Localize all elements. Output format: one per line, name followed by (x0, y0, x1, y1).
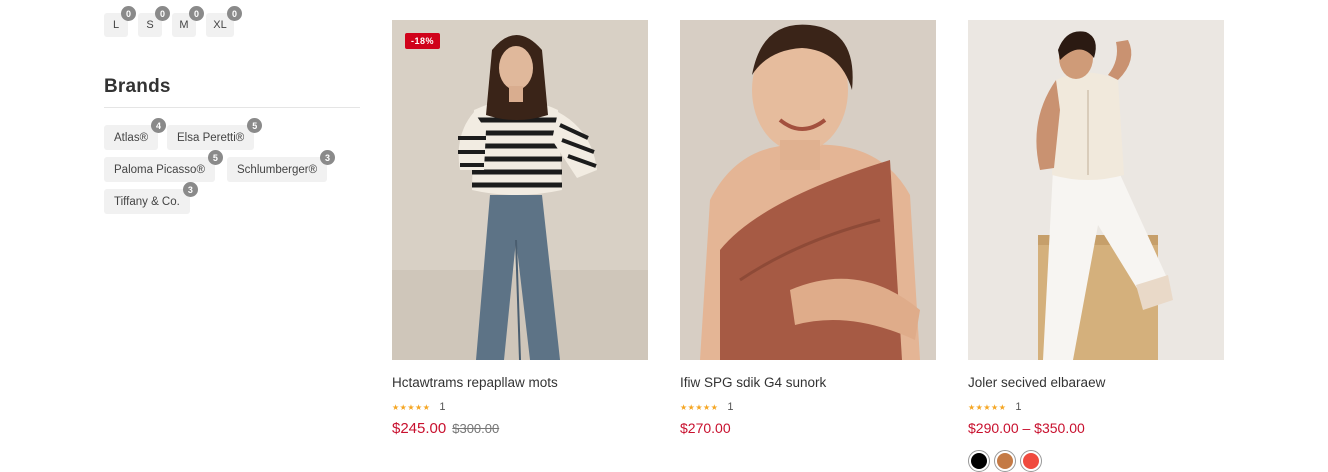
model-white-vest-illustration (968, 20, 1224, 360)
product-card: -18% Hctawtrams repapllaw mots ★★★★★ 1 $… (392, 20, 648, 437)
size-label: L (112, 19, 120, 31)
swatch-color (971, 453, 987, 469)
product-image[interactable] (680, 20, 936, 360)
brand-label: Tiffany & Co. (114, 195, 180, 208)
product-card: Joler secived elbaraew ★★★★★ 1 $290.00 –… (968, 20, 1224, 472)
sale-price: $245.00 (392, 420, 447, 437)
product-title[interactable]: Ifiw SPG sdik G4 sunork (680, 375, 826, 390)
swatch-color (997, 453, 1013, 469)
brand-count-badge: 3 (182, 182, 198, 197)
brands-heading: Brands (104, 76, 171, 97)
product-rating: ★★★★★ 1 (392, 401, 445, 413)
rating-count: 1 (439, 401, 446, 413)
price-range: $290.00 – $350.00 (968, 420, 1085, 436)
size-count-badge: 0 (155, 6, 170, 21)
product-rating: ★★★★★ 1 (968, 401, 1021, 413)
size-count-badge: 0 (189, 6, 204, 21)
size-chip-l[interactable]: L 0 (104, 6, 136, 37)
rating-count: 1 (727, 401, 734, 413)
brand-chip-atlas[interactable]: Atlas® 4 (104, 118, 167, 150)
brand-label: Elsa Peretti® (177, 131, 245, 144)
brand-count-badge: 5 (247, 118, 263, 133)
brand-count-badge: 3 (320, 150, 336, 165)
rating-count: 1 (1015, 401, 1022, 413)
discount-badge: -18% (405, 33, 441, 49)
brand-chip-schlumberger[interactable]: Schlumberger® 3 (227, 150, 336, 182)
brand-label: Schlumberger® (237, 163, 318, 176)
product-title[interactable]: Hctawtrams repapllaw mots (392, 375, 558, 390)
product-price: $245.00 $300.00 (392, 420, 499, 437)
color-swatches (968, 450, 1042, 472)
star-rating-icon: ★★★★★ (392, 402, 431, 412)
model-striped-cardigan-illustration (392, 20, 648, 360)
size-chip-xl[interactable]: XL 0 (206, 6, 242, 37)
brand-chip-tiffany[interactable]: Tiffany & Co. 3 (104, 182, 198, 214)
brand-chip-paloma-picasso[interactable]: Paloma Picasso® 5 (104, 150, 223, 182)
color-swatch-red[interactable] (1020, 450, 1042, 472)
product-card: Ifiw SPG sdik G4 sunork ★★★★★ 1 $270.00 (680, 20, 936, 436)
size-filter: L 0 S 0 M 0 XL 0 (104, 6, 242, 37)
product-rating: ★★★★★ 1 (680, 401, 733, 413)
brand-label: Paloma Picasso® (114, 163, 205, 176)
product-price: $270.00 (680, 420, 731, 436)
brand-label: Atlas® (114, 131, 149, 144)
model-velvet-top-illustration (680, 20, 936, 360)
color-swatch-black[interactable] (968, 450, 990, 472)
size-chip-s[interactable]: S 0 (138, 6, 170, 37)
brand-count-badge: 5 (207, 150, 223, 165)
product-image[interactable]: -18% (392, 20, 648, 360)
brand-count-badge: 4 (151, 118, 167, 133)
swatch-color (1023, 453, 1039, 469)
product-title[interactable]: Joler secived elbaraew (968, 375, 1105, 390)
size-chip-m[interactable]: M 0 (172, 6, 204, 37)
color-swatch-brown[interactable] (994, 450, 1016, 472)
size-label: XL (213, 19, 227, 31)
brand-chip-elsa-peretti[interactable]: Elsa Peretti® 5 (167, 118, 263, 150)
star-rating-icon: ★★★★★ (968, 402, 1007, 412)
size-label: S (146, 19, 154, 31)
size-label: M (179, 19, 189, 31)
brands-divider (104, 107, 360, 108)
size-count-badge: 0 (121, 6, 136, 21)
original-price: $300.00 (452, 421, 500, 436)
size-count-badge: 0 (227, 6, 242, 21)
price: $270.00 (680, 420, 731, 436)
star-rating-icon: ★★★★★ (680, 402, 719, 412)
product-image[interactable] (968, 20, 1224, 360)
product-price: $290.00 – $350.00 (968, 420, 1085, 436)
